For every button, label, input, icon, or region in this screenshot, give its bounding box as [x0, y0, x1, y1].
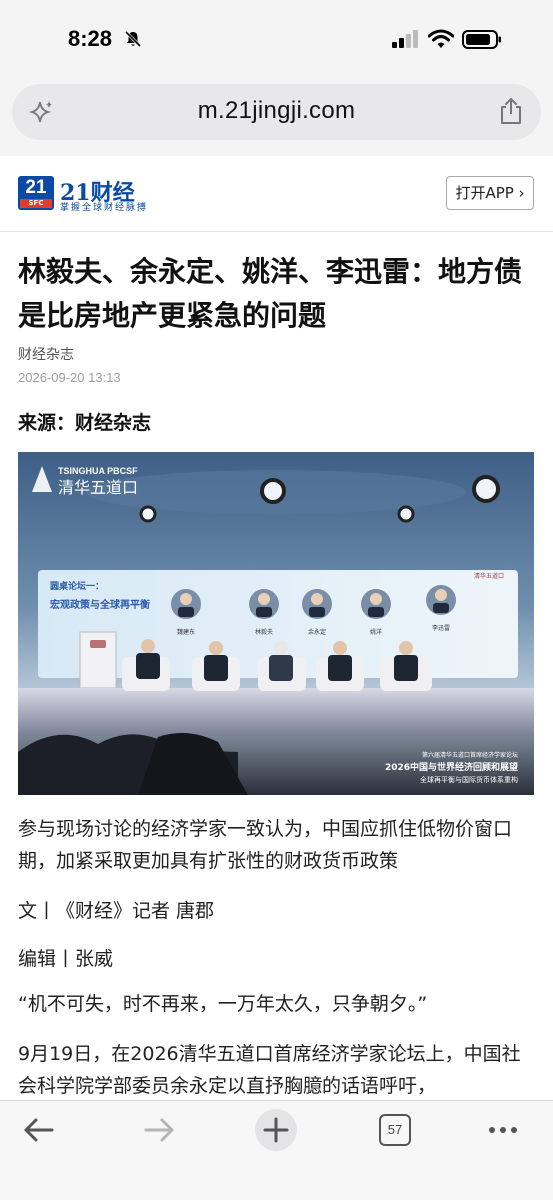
tabs-button[interactable]: 57 [379, 1114, 411, 1146]
cellular-signal-icon [392, 30, 418, 48]
battery-icon [462, 30, 501, 49]
article-quote: “机不可失，时不再来，一万年太久，只争朝夕。” [18, 993, 428, 1015]
logo-tag: SFC [20, 199, 52, 208]
conference-photo-svg: TSINGHUA PBCSF 清华五道口 圆桌论坛一： 宏观政策与全球再平衡 清… [18, 452, 534, 795]
share-icon[interactable] [498, 97, 524, 125]
photo-brand-cn: 清华五道口 [58, 478, 138, 497]
new-tab-button[interactable] [255, 1109, 297, 1151]
address-bar[interactable]: m.21jingji.com [12, 84, 541, 140]
more-icon[interactable] [486, 1115, 520, 1145]
article-source-name[interactable]: 财经杂志 [18, 344, 74, 364]
status-bar: 8:28 [0, 0, 553, 78]
back-arrow-icon[interactable] [22, 1115, 56, 1145]
speaker-name: 余永定 [308, 628, 326, 636]
speaker-name: 林毅夫 [255, 628, 273, 636]
site-header: 21 SFC 21财经 掌握全球财经脉搏 打开APP › [0, 156, 553, 232]
photo-screen-logo: 清华五道口 [474, 572, 504, 580]
status-time: 8:28 [68, 26, 113, 51]
speaker-name: 李迅雷 [432, 624, 450, 632]
article-title: 林毅夫、余永定、姚洋、李迅雷：地方债是比房地产更紧急的问题 [18, 255, 523, 332]
browser-address-area: m.21jingji.com [0, 78, 553, 156]
bell-slash-icon [124, 30, 142, 48]
article-source-line: 来源：财经杂志 [18, 412, 152, 434]
photo-panel-title: 圆桌论坛一： [50, 580, 104, 592]
logo-slogan: 掌握全球财经脉搏 [60, 203, 149, 213]
browser-toolbar: 57 [0, 1100, 553, 1200]
logo-number: 21 [25, 177, 47, 198]
speaker-name: 姚洋 [370, 628, 382, 636]
url-text[interactable]: m.21jingji.com [12, 97, 541, 125]
site-logo[interactable]: 21 SFC [18, 176, 54, 210]
article-byline: 文丨《财经》记者 唐郡 [18, 900, 215, 922]
speaker-name: 魏建东 [177, 628, 195, 636]
plus-icon [263, 1117, 289, 1143]
article-photo: TSINGHUA PBCSF 清华五道口 圆桌论坛一： 宏观政策与全球再平衡 清… [18, 452, 534, 795]
article-editor: 编辑丨张威 [18, 948, 114, 970]
photo-event-line1: 第六届清华五道口首席经济学家论坛 [422, 751, 518, 759]
article-summary: 参与现场讨论的经济学家一致认为，中国应抓住低物价窗口期，加紧采取更加具有扩张性的… [18, 818, 513, 872]
photo-panel-topic: 宏观政策与全球再平衡 [50, 598, 150, 611]
article-date: 2026-09-20 13:13 [18, 370, 121, 385]
article-body: 9月19日，在2026清华五道口首席经济学家论坛上，中国社会科学院学部委员余永定… [18, 1043, 521, 1097]
forward-arrow-icon[interactable] [142, 1115, 176, 1145]
photo-event-line3: 全球再平衡与国际货币体系重构 [420, 775, 518, 784]
photo-brand-en: TSINGHUA PBCSF [58, 466, 138, 476]
photo-event-line2: 2026中国与世界经济回顾和展望 [385, 761, 518, 773]
wifi-icon [428, 29, 454, 48]
open-app-button[interactable]: 打开APP › [446, 176, 534, 210]
